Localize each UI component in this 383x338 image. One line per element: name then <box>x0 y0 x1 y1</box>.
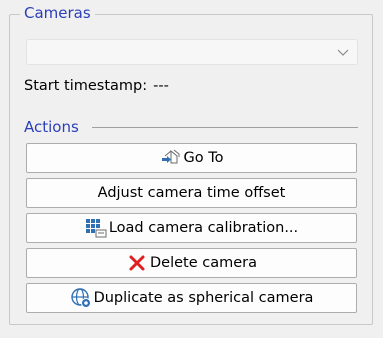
load-calibration-label: Load camera calibration... <box>108 220 299 236</box>
actions-group-title: Actions <box>24 118 83 136</box>
delete-x-icon <box>126 252 148 274</box>
calibration-grid-icon <box>85 217 107 239</box>
duplicate-spherical-label: Duplicate as spherical camera <box>93 290 314 306</box>
adjust-time-offset-label: Adjust camera time offset <box>97 185 286 201</box>
go-to-label: Go To <box>183 150 224 166</box>
delete-camera-label: Delete camera <box>149 255 257 271</box>
delete-camera-button[interactable]: Delete camera <box>26 248 357 278</box>
actions-divider <box>92 127 358 128</box>
camera-select-dropdown[interactable] <box>26 39 358 65</box>
globe-camera-icon <box>70 287 92 309</box>
start-timestamp-label: Start timestamp: <box>24 78 148 94</box>
adjust-time-offset-button[interactable]: Adjust camera time offset <box>26 178 357 208</box>
start-timestamp-value: --- <box>153 78 169 94</box>
go-to-button[interactable]: Go To <box>26 143 357 173</box>
start-timestamp-row: Start timestamp: --- <box>24 77 169 95</box>
chevron-down-icon <box>337 49 349 56</box>
go-to-icon <box>160 147 182 169</box>
load-calibration-button[interactable]: Load camera calibration... <box>26 213 357 243</box>
cameras-group-title: Cameras <box>20 4 95 22</box>
duplicate-spherical-button[interactable]: Duplicate as spherical camera <box>26 283 357 313</box>
